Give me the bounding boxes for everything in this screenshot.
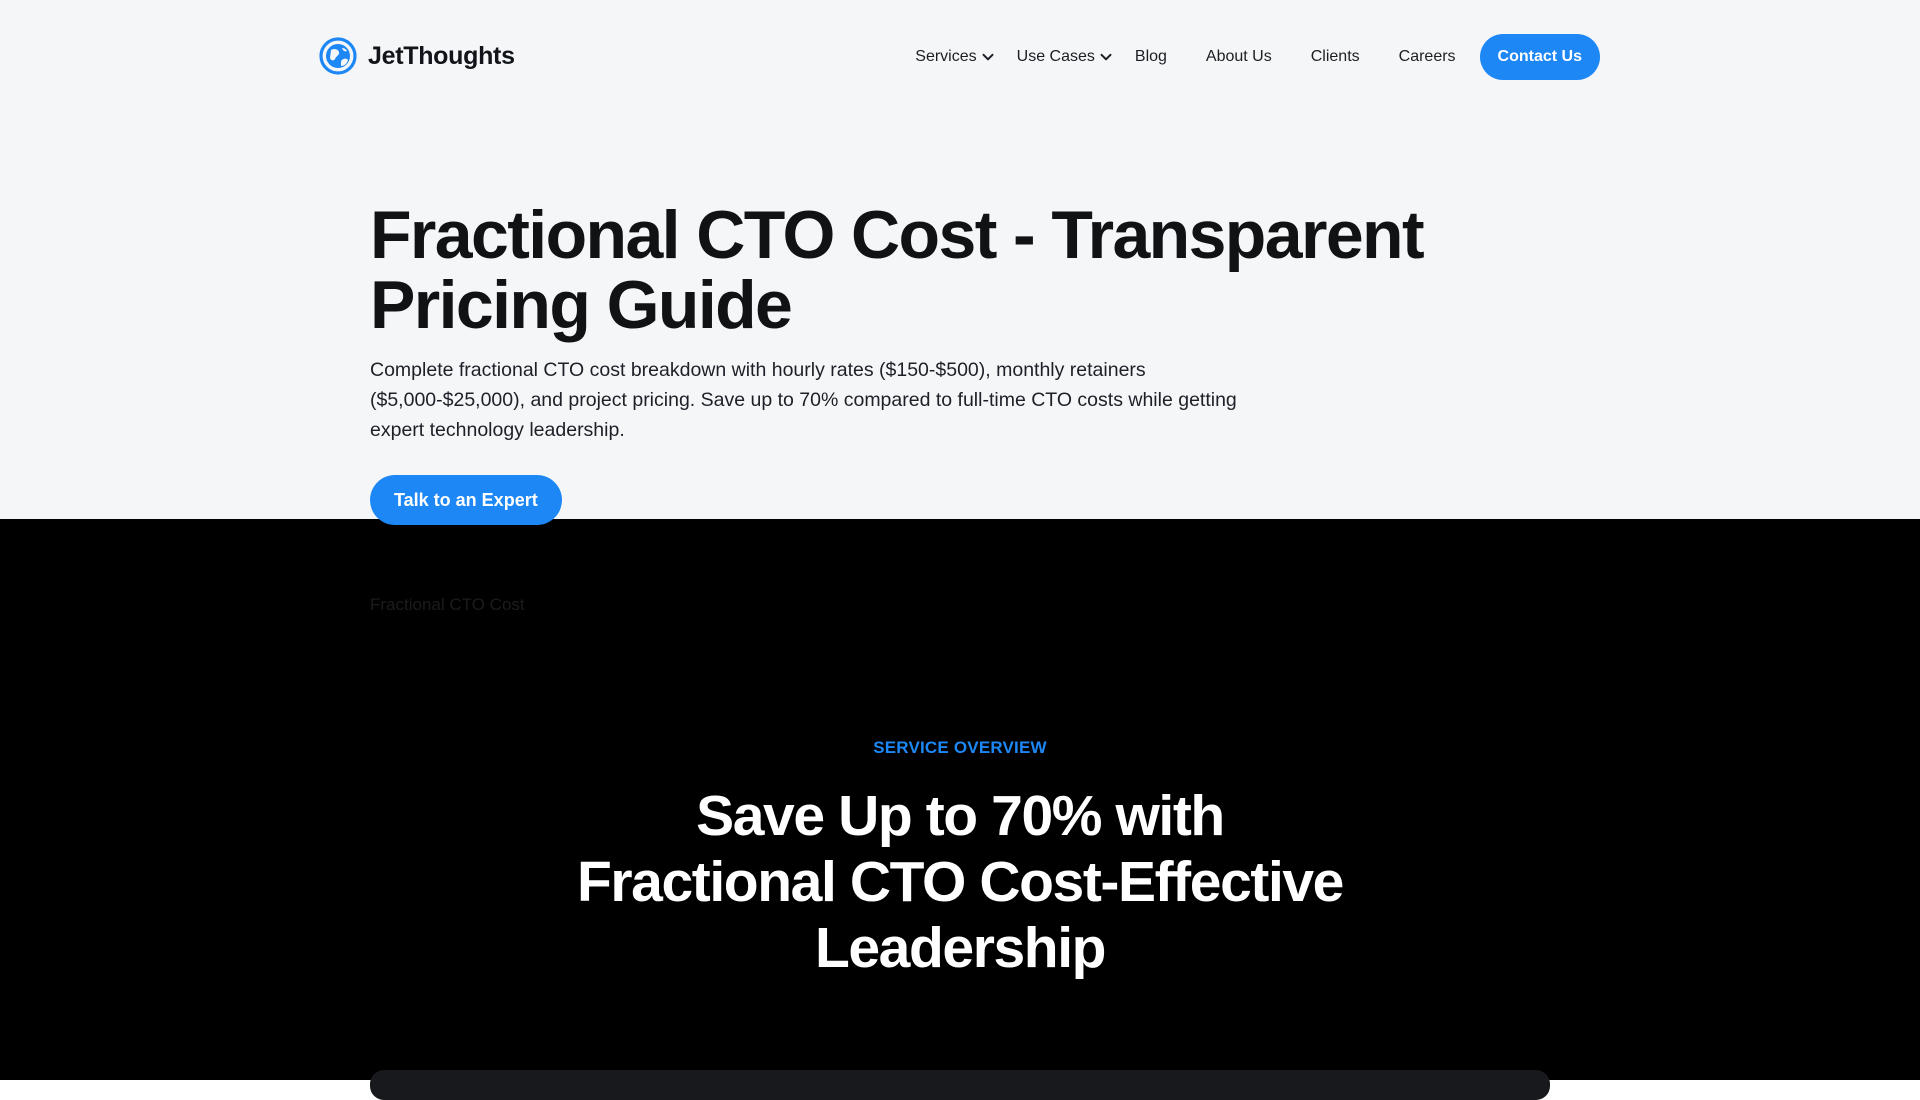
nav-blog[interactable]: Blog [1135, 48, 1167, 66]
nav-careers[interactable]: Careers [1399, 48, 1456, 66]
content-card [370, 1070, 1550, 1100]
nav-about-us[interactable]: About Us [1206, 48, 1272, 66]
breadcrumb[interactable]: Fractional CTO Cost [370, 595, 525, 615]
nav-clients[interactable]: Clients [1311, 48, 1360, 66]
nav-services[interactable]: Services [915, 48, 994, 66]
section-eyebrow: SERVICE OVERVIEW [873, 738, 1047, 757]
main-nav: Services Use Cases Blog About Us Clients… [915, 34, 1600, 80]
chevron-down-icon [981, 50, 995, 64]
nav-use-cases[interactable]: Use Cases [1017, 48, 1113, 66]
chevron-down-icon [1099, 50, 1113, 64]
nav-services-label: Services [915, 48, 977, 65]
nav-use-cases-label: Use Cases [1016, 48, 1095, 65]
globe-logo-icon [319, 37, 357, 75]
contact-us-button[interactable]: Contact Us [1479, 34, 1600, 80]
talk-to-expert-button[interactable]: Talk to an Expert [370, 475, 562, 525]
page-title: Fractional CTO Cost - Transparent Pricin… [370, 197, 1425, 343]
logo-link[interactable]: JetThoughts [319, 37, 515, 75]
section-title: Save Up to 70% with Fractional CTO Cost-… [576, 784, 1344, 980]
hero-description: Complete fractional CTO cost breakdown w… [370, 359, 1237, 441]
logo-text: JetThoughts [368, 41, 515, 70]
